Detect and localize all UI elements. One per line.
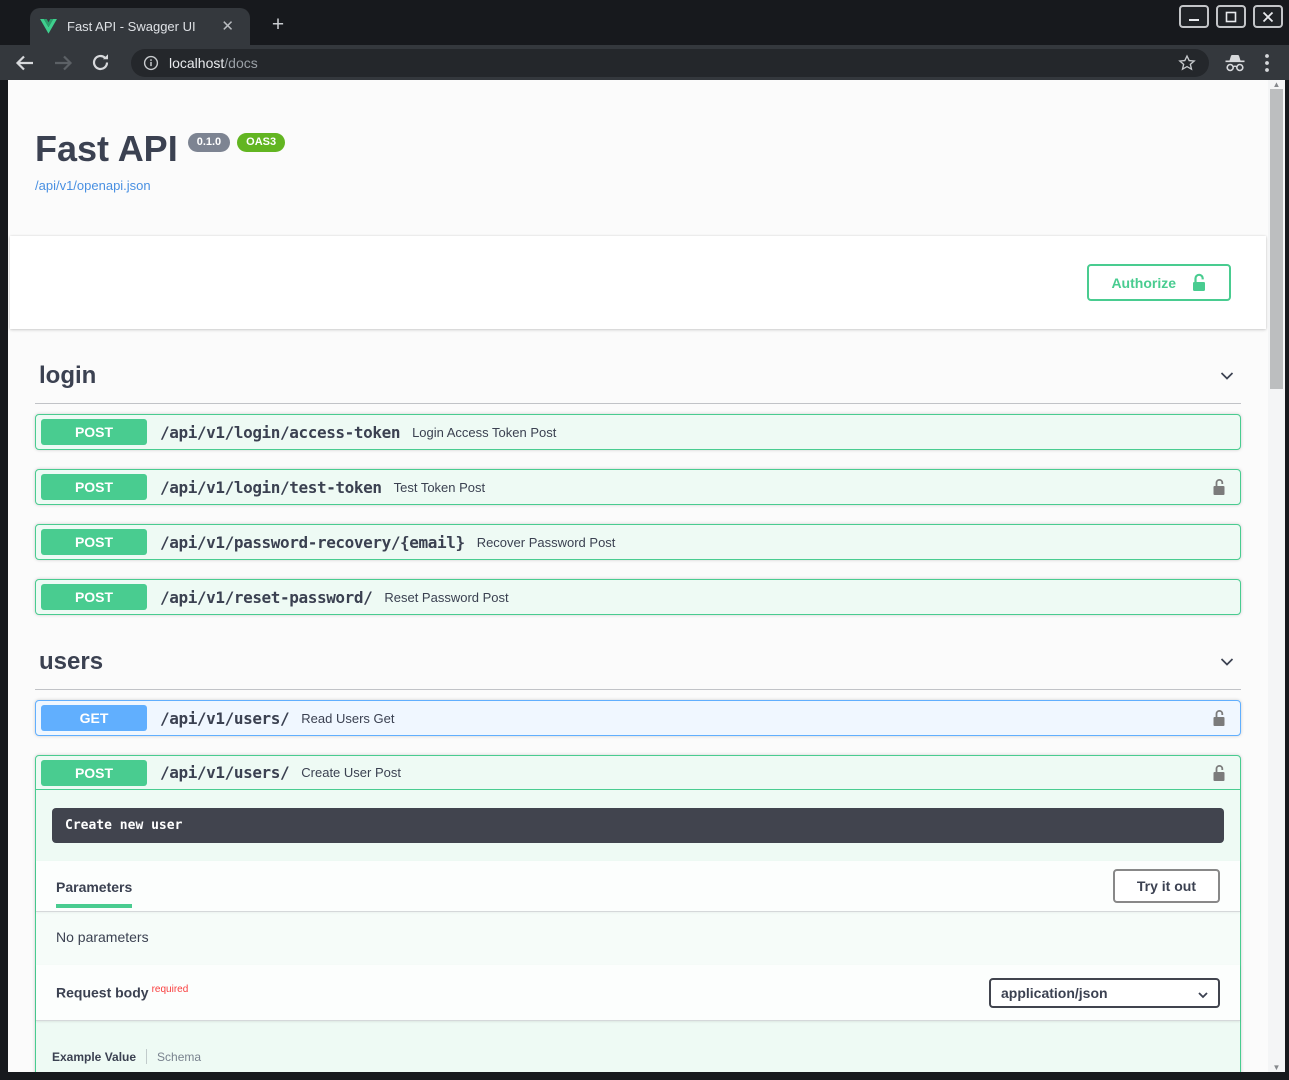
content-type-select[interactable]: application/json bbox=[989, 978, 1220, 1008]
scrollbar-thumb[interactable] bbox=[1270, 89, 1283, 389]
operation-description-wrapper: Create new user bbox=[36, 790, 1240, 861]
model-example: Example Value Schema { bbox=[36, 1021, 1240, 1072]
unlock-icon bbox=[1190, 273, 1207, 292]
endpoint-path: /api/v1/login/test-token bbox=[160, 478, 382, 497]
chevron-down-icon[interactable] bbox=[1217, 366, 1237, 386]
tab-divider bbox=[146, 1049, 147, 1064]
endpoint-row[interactable]: POST /api/v1/password-recovery/{email} R… bbox=[35, 524, 1241, 560]
chevron-down-icon[interactable] bbox=[1217, 652, 1237, 672]
maximize-button[interactable] bbox=[1216, 5, 1246, 28]
menu-kebab-icon[interactable] bbox=[1265, 54, 1269, 72]
endpoint-path: /api/v1/reset-password/ bbox=[160, 588, 372, 607]
incognito-icon bbox=[1223, 53, 1247, 73]
example-value-tab[interactable]: Example Value bbox=[52, 1050, 136, 1064]
close-button[interactable] bbox=[1253, 5, 1283, 28]
openapi-spec-link[interactable]: /api/v1/openapi.json bbox=[35, 178, 151, 193]
tab-close-icon[interactable]: ✕ bbox=[215, 17, 240, 36]
endpoint-path: /api/v1/users/ bbox=[160, 763, 289, 782]
scroll-up-arrow[interactable]: ▲ bbox=[1268, 80, 1285, 89]
new-tab-button[interactable]: + bbox=[264, 12, 292, 40]
tag-header-login[interactable]: login bbox=[35, 356, 1241, 404]
back-button[interactable] bbox=[14, 53, 36, 73]
tag-section-login: login POST /api/v1/login/access-token Lo… bbox=[35, 356, 1241, 615]
window-controls bbox=[1179, 5, 1283, 28]
address-bar[interactable]: localhost/docs bbox=[131, 49, 1209, 77]
authorize-button[interactable]: Authorize bbox=[1087, 264, 1231, 301]
tag-header-users[interactable]: users bbox=[35, 642, 1241, 690]
content-type-value: application/json bbox=[1001, 985, 1108, 1001]
request-body-header: Request bodyrequired application/json bbox=[36, 965, 1240, 1021]
request-body-label: Request bodyrequired bbox=[56, 984, 188, 1001]
scroll-down-arrow[interactable]: ▼ bbox=[1268, 1063, 1285, 1072]
method-badge: GET bbox=[41, 705, 147, 731]
endpoint-summary: Recover Password Post bbox=[477, 535, 616, 550]
url-path: /docs bbox=[224, 55, 257, 71]
browser-tab[interactable]: Fast API - Swagger UI ✕ bbox=[30, 8, 250, 45]
toolbar-right bbox=[1223, 53, 1269, 73]
select-chevron-icon bbox=[1196, 988, 1210, 1002]
endpoint-row[interactable]: GET /api/v1/users/ Read Users Get bbox=[35, 700, 1241, 736]
schema-tab[interactable]: Schema bbox=[157, 1050, 201, 1064]
page-viewport: Fast API 0.1.0 OAS3 /api/v1/openapi.json… bbox=[8, 80, 1268, 1072]
method-badge: POST bbox=[41, 474, 147, 500]
page-title: Fast API bbox=[35, 129, 178, 169]
try-it-out-button[interactable]: Try it out bbox=[1113, 869, 1220, 903]
api-info: Fast API 0.1.0 OAS3 /api/v1/openapi.json bbox=[35, 129, 1241, 195]
browser-toolbar: localhost/docs bbox=[0, 45, 1289, 80]
oas3-badge: OAS3 bbox=[237, 133, 285, 152]
method-badge: POST bbox=[41, 419, 147, 445]
favicon-v-icon bbox=[40, 19, 57, 34]
endpoint-summary: Reset Password Post bbox=[384, 590, 508, 605]
endpoint-row[interactable]: POST /api/v1/login/test-token Test Token… bbox=[35, 469, 1241, 505]
version-badge: 0.1.0 bbox=[188, 133, 230, 152]
bookmark-star-icon[interactable] bbox=[1177, 53, 1197, 73]
tag-name: login bbox=[39, 362, 96, 390]
endpoint-path: /api/v1/password-recovery/{email} bbox=[160, 533, 465, 552]
auth-lock-icon[interactable] bbox=[1212, 478, 1226, 496]
reload-button[interactable] bbox=[90, 52, 111, 73]
auth-lock-icon[interactable] bbox=[1212, 709, 1226, 727]
auth-lock-icon[interactable] bbox=[1212, 764, 1226, 782]
endpoint-path: /api/v1/login/access-token bbox=[160, 423, 400, 442]
endpoint-summary: Test Token Post bbox=[394, 480, 486, 495]
authorize-label: Authorize bbox=[1111, 275, 1176, 291]
tag-section-users: users GET /api/v1/users/ Read Users Get bbox=[35, 642, 1241, 1072]
method-badge: POST bbox=[41, 584, 147, 610]
page-scrollbar[interactable]: ▲ ▼ bbox=[1268, 80, 1285, 1072]
forward-button[interactable] bbox=[52, 53, 74, 73]
tag-name: users bbox=[39, 648, 103, 676]
site-info-icon[interactable] bbox=[143, 55, 159, 71]
method-badge: POST bbox=[41, 760, 147, 786]
minimize-button[interactable] bbox=[1179, 5, 1209, 28]
endpoint-summary: Create User Post bbox=[301, 765, 401, 780]
no-parameters-text: No parameters bbox=[36, 912, 1240, 965]
endpoint-row[interactable]: POST /api/v1/login/access-token Login Ac… bbox=[35, 414, 1241, 450]
endpoint-summary: Read Users Get bbox=[301, 711, 394, 726]
endpoint-path: /api/v1/users/ bbox=[160, 709, 289, 728]
method-badge: POST bbox=[41, 529, 147, 555]
url-host: localhost bbox=[169, 55, 224, 71]
endpoint-row[interactable]: POST /api/v1/reset-password/ Reset Passw… bbox=[35, 579, 1241, 615]
parameters-header: Parameters Try it out bbox=[36, 861, 1240, 912]
parameters-tab[interactable]: Parameters bbox=[56, 873, 132, 908]
browser-window: Fast API - Swagger UI ✕ + bbox=[0, 0, 1289, 1080]
required-flag: required bbox=[152, 984, 189, 995]
endpoint-row[interactable]: POST /api/v1/users/ Create User Post bbox=[36, 756, 1240, 790]
tab-strip: Fast API - Swagger UI ✕ + bbox=[0, 0, 1289, 45]
endpoint-expanded: POST /api/v1/users/ Create User Post Cre… bbox=[35, 755, 1241, 1072]
endpoint-summary: Login Access Token Post bbox=[412, 425, 556, 440]
operation-description: Create new user bbox=[52, 808, 1224, 843]
scheme-container: Authorize bbox=[10, 236, 1266, 329]
tab-title: Fast API - Swagger UI bbox=[67, 19, 215, 34]
